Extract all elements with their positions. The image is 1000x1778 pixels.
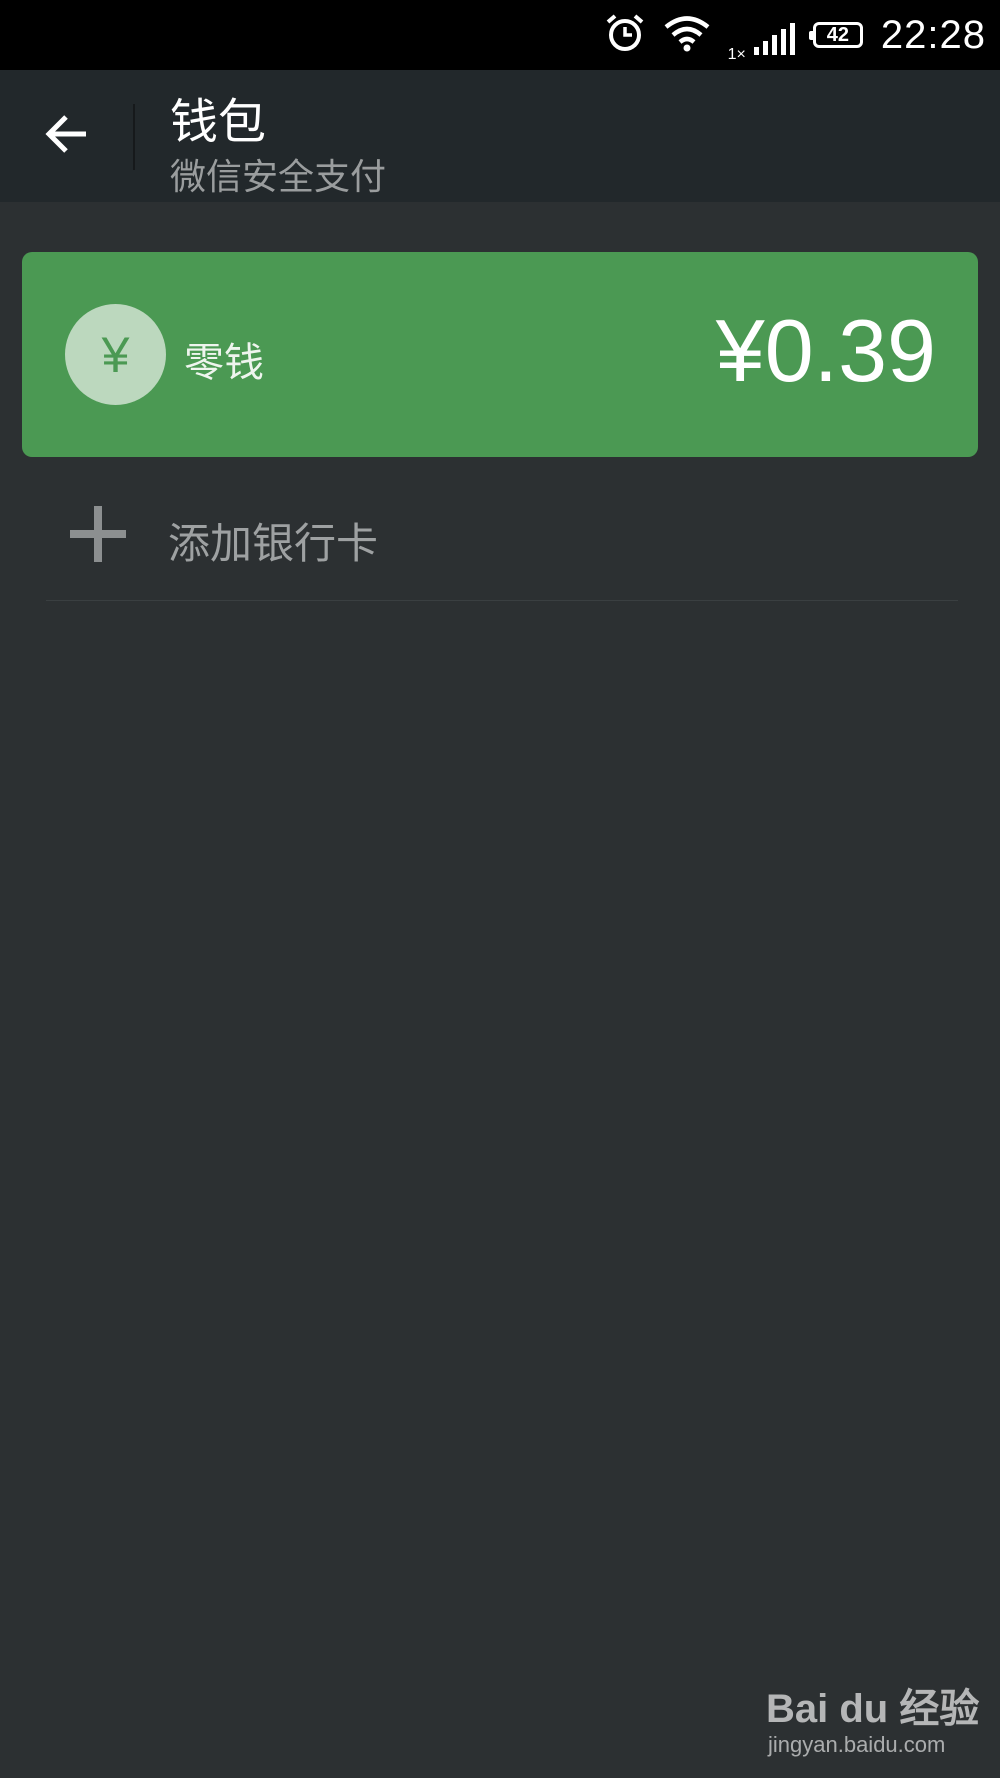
balance-amount: ¥0.39	[715, 301, 936, 400]
signal-icon	[753, 15, 795, 55]
back-button[interactable]	[30, 100, 102, 172]
plus-icon	[70, 506, 126, 562]
arrow-left-icon	[42, 110, 90, 162]
wifi-icon	[664, 14, 710, 56]
alarm-icon	[604, 12, 646, 58]
network-type: 1×	[727, 46, 746, 63]
battery-icon: 42	[808, 22, 863, 48]
status-bar: 1× 42 22:28	[0, 0, 1000, 70]
status-icons: 1× 42 22:28	[604, 0, 986, 70]
baidu-jingyan-watermark: Bai du 经验 jingyan.baidu.com	[766, 1666, 980, 1766]
page-subtitle: 微信安全支付	[170, 157, 387, 198]
watermark-url: jingyan.baidu.com	[768, 1732, 946, 1757]
status-time: 22:28	[880, 12, 986, 57]
add-bank-card-label: 添加银行卡	[168, 519, 379, 568]
action-bar-divider	[133, 104, 135, 170]
yuan-icon: ¥	[65, 304, 166, 405]
balance-label: 零钱	[184, 340, 264, 386]
battery-level: 42	[826, 23, 850, 46]
add-bank-card-button[interactable]: 添加银行卡	[46, 468, 958, 601]
action-bar: 钱包 微信安全支付	[0, 70, 1000, 202]
watermark-brand: Bai du 经验	[766, 1687, 980, 1731]
page-title: 钱包	[170, 94, 267, 150]
change-balance-card[interactable]: ¥ 零钱 ¥0.39	[22, 252, 978, 457]
